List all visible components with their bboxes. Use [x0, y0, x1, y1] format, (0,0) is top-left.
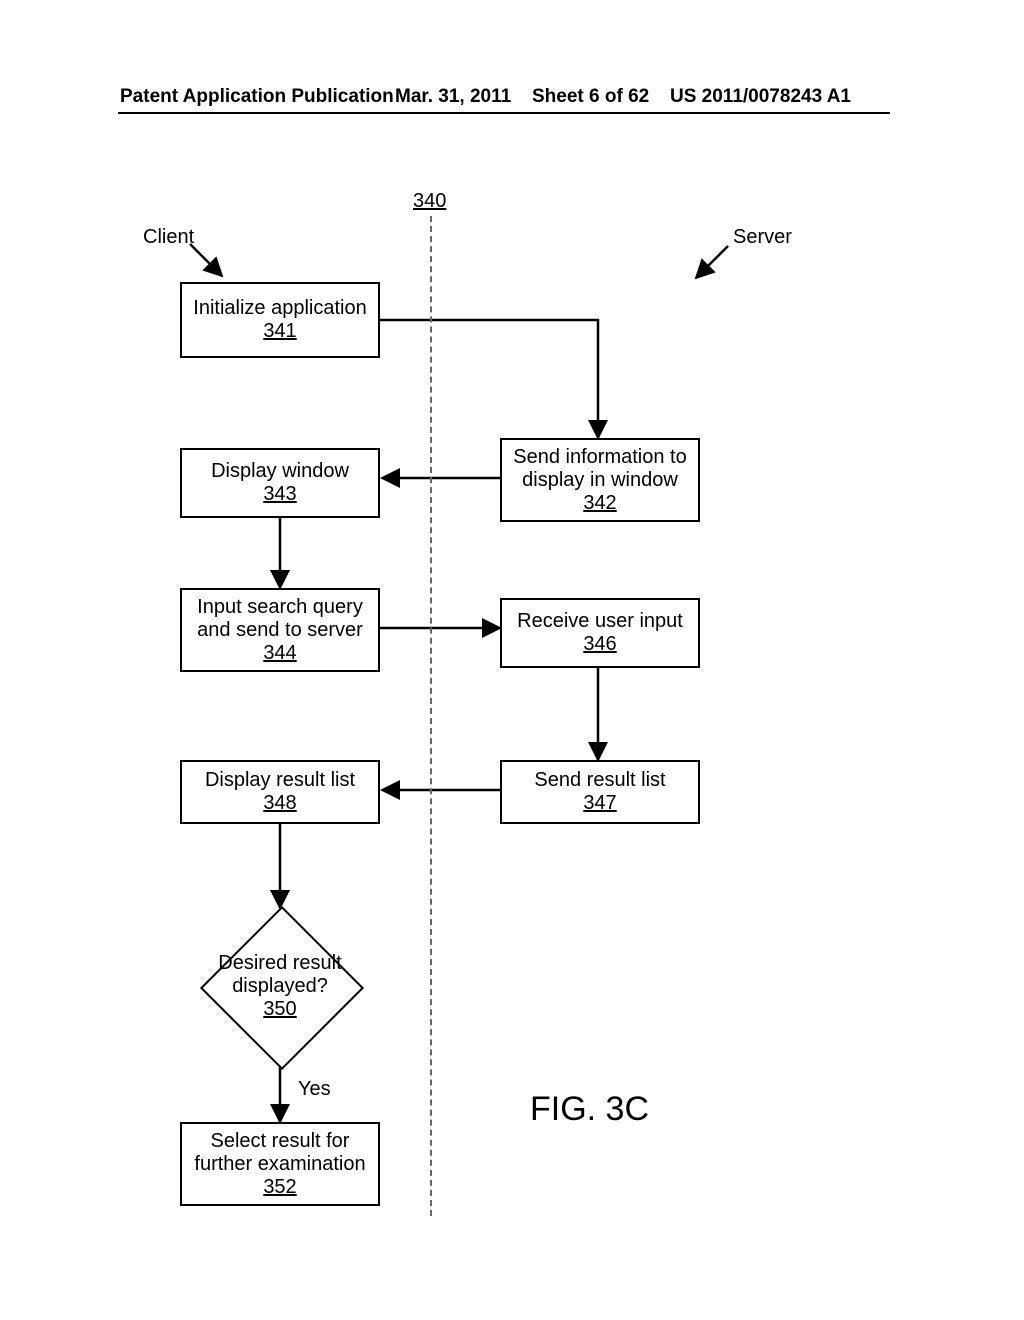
box-ref: 343 [182, 483, 378, 506]
header-publication-type: Patent Application Publication [120, 86, 394, 108]
box-title: Display result list [182, 769, 378, 792]
box-ref: 344 [182, 642, 378, 665]
box-send-result-list: Send result list 347 [500, 760, 700, 824]
box-title: Receive user input [502, 610, 698, 633]
box-ref: 346 [502, 633, 698, 656]
box-select-result: Select result for further examination 35… [180, 1122, 380, 1206]
box-title: Send result list [502, 769, 698, 792]
diamond-line1: Desired result [218, 952, 341, 975]
box-send-information: Send information to display in window 34… [500, 438, 700, 522]
server-pointer-arrow [696, 246, 728, 278]
header-sheet: Sheet 6 of 62 [532, 86, 649, 108]
header-publication-no: US 2011/0078243 A1 [670, 86, 851, 108]
box-ref: 341 [182, 320, 378, 343]
box-display-result-list: Display result list 348 [180, 760, 380, 824]
box-title-line1: Send information to [502, 446, 698, 469]
box-title: Display window [182, 460, 378, 483]
yes-label: Yes [298, 1078, 331, 1101]
box-input-search-query: Input search query and send to server 34… [180, 588, 380, 672]
diamond-ref: 350 [263, 998, 296, 1021]
box-ref: 348 [182, 792, 378, 815]
header-date: Mar. 31, 2011 [395, 86, 511, 108]
header-rule [118, 112, 890, 114]
box-title-line2: further examination [182, 1153, 378, 1176]
diamond-line2: displayed? [232, 975, 328, 998]
box-ref: 352 [182, 1176, 378, 1199]
box-display-window: Display window 343 [180, 448, 380, 518]
client-label: Client [143, 226, 194, 249]
server-label: Server [733, 226, 792, 249]
center-dashed-divider [430, 216, 432, 1216]
diamond-text: Desired result displayed? 350 [200, 906, 360, 1066]
page: Patent Application Publication Mar. 31, … [0, 0, 1024, 1320]
box-title-line1: Select result for [182, 1130, 378, 1153]
client-pointer-arrow [190, 244, 222, 276]
box-title-line2: and send to server [182, 619, 378, 642]
box-receive-user-input: Receive user input 346 [500, 598, 700, 668]
decision-diamond-350: Desired result displayed? 350 [200, 906, 360, 1066]
box-ref: 342 [502, 492, 698, 515]
box-title-line2: display in window [502, 469, 698, 492]
figure-label: FIG. 3C [530, 1090, 649, 1129]
diagram-ref-340: 340 [413, 190, 446, 213]
box-title: Initialize application [182, 297, 378, 320]
box-initialize-application: Initialize application 341 [180, 282, 380, 358]
box-ref: 347 [502, 792, 698, 815]
box-title-line1: Input search query [182, 596, 378, 619]
arrow-341-to-342 [378, 320, 598, 438]
